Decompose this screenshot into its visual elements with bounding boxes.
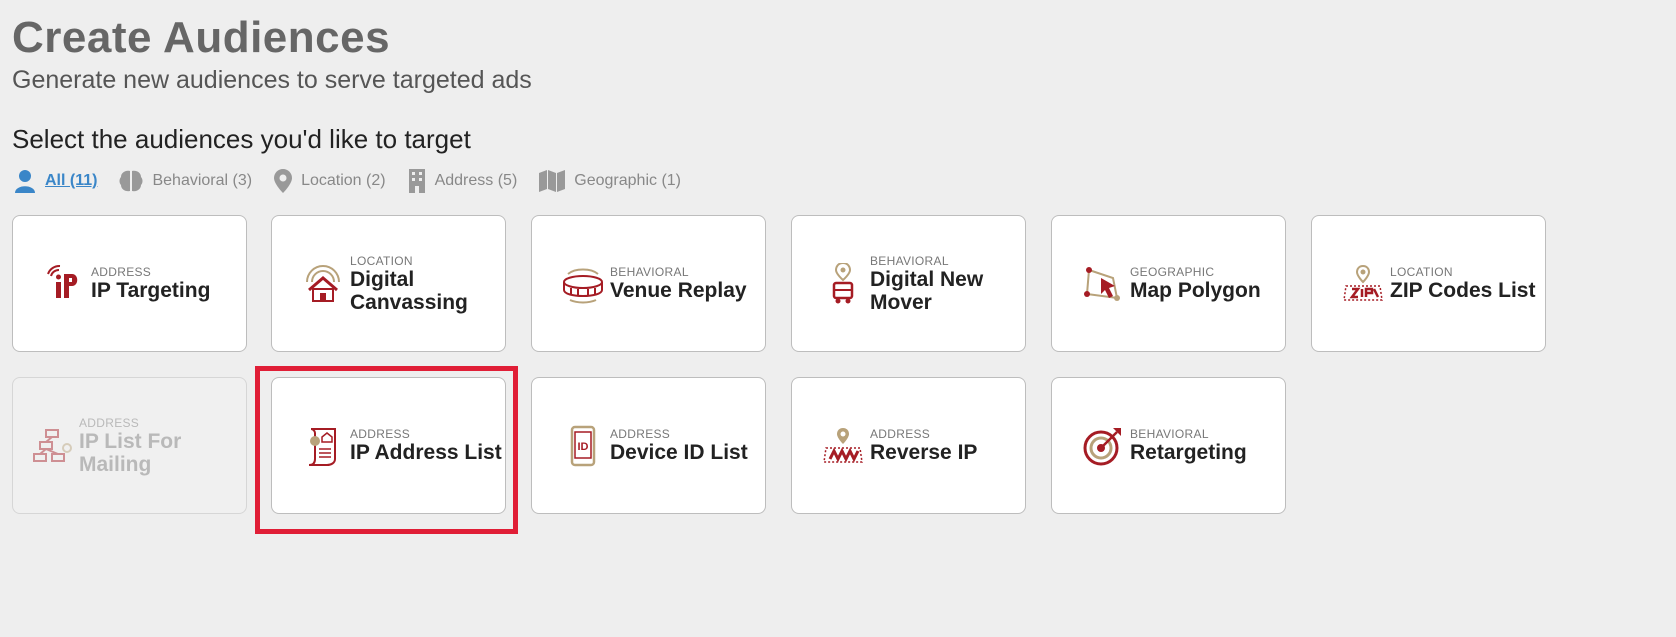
card-category: ADDRESS bbox=[350, 427, 411, 441]
card-category: ADDRESS bbox=[870, 427, 931, 441]
card-title: Digital New Mover bbox=[870, 267, 984, 314]
scroll-list-icon bbox=[302, 425, 344, 467]
ip-targeting-icon bbox=[43, 263, 85, 305]
page-title: Create Audiences bbox=[12, 13, 391, 62]
filter-behavioral[interactable]: Behavioral (3) bbox=[119, 170, 252, 192]
card-category: BEHAVIORAL bbox=[1130, 427, 1209, 441]
filter-all[interactable]: All (11) bbox=[14, 169, 97, 193]
page-subtitle: Generate new audiences to serve targeted… bbox=[12, 66, 532, 94]
folded-map-icon bbox=[539, 170, 566, 192]
card-category: BEHAVIORAL bbox=[610, 265, 689, 279]
audience-card-digital-canvassing[interactable]: LOCATION Digital Canvassing bbox=[271, 215, 506, 352]
card-title: ZIP Codes List bbox=[1390, 279, 1536, 302]
building-icon bbox=[408, 169, 425, 193]
audience-card-digital-new-mover[interactable]: BEHAVIORAL Digital New Mover bbox=[791, 215, 1026, 352]
polygon-pointer-icon bbox=[1082, 263, 1124, 305]
card-category: BEHAVIORAL bbox=[870, 253, 949, 268]
filter-address[interactable]: Address (5) bbox=[408, 169, 518, 193]
card-title: Retargeting bbox=[1130, 441, 1247, 464]
audience-card-venue-replay[interactable]: BEHAVIORAL Venue Replay bbox=[531, 215, 766, 352]
target-arrow-icon bbox=[1082, 425, 1124, 467]
card-title: Digital Canvassing bbox=[350, 267, 468, 314]
audience-card-reverse-ip[interactable]: ADDRESS Reverse IP bbox=[791, 377, 1026, 514]
filter-behavioral-label: Behavioral (3) bbox=[152, 172, 253, 189]
card-category: LOCATION bbox=[1390, 265, 1453, 279]
filter-address-label: Address (5) bbox=[434, 172, 518, 189]
phone-id-icon: ID bbox=[562, 425, 604, 467]
card-title: Device ID List bbox=[610, 441, 748, 464]
card-category: LOCATION bbox=[350, 253, 413, 268]
svg-text:ID: ID bbox=[578, 441, 589, 453]
network-tree-icon bbox=[31, 425, 73, 467]
audience-filter-bar: All (11) Behavioral (3) Location (2) Add… bbox=[14, 166, 703, 196]
stadium-icon bbox=[562, 263, 604, 305]
card-title: Reverse IP bbox=[870, 441, 978, 464]
card-category: GEOGRAPHIC bbox=[1130, 265, 1215, 279]
zip-map-icon bbox=[1342, 263, 1384, 305]
audience-card-ip-list-for-mailing: ADDRESS IP List For Mailing bbox=[12, 377, 247, 514]
filter-geographic-label: Geographic (1) bbox=[574, 172, 681, 189]
moving-truck-icon bbox=[822, 262, 864, 305]
section-title: Select the audiences you'd like to targe… bbox=[12, 124, 471, 154]
audience-card-ip-targeting[interactable]: ADDRESS IP Targeting bbox=[12, 215, 247, 352]
card-category: ADDRESS bbox=[610, 427, 671, 441]
filter-all-label: All (11) bbox=[45, 172, 98, 189]
audience-card-device-id-list[interactable]: ID ADDRESS Device ID List bbox=[531, 377, 766, 514]
map-pin-grid-icon bbox=[822, 425, 864, 467]
house-signal-icon bbox=[302, 263, 344, 305]
filter-geographic[interactable]: Geographic (1) bbox=[539, 170, 681, 192]
filter-location-label: Location (2) bbox=[301, 172, 386, 189]
card-title: Venue Replay bbox=[610, 279, 747, 302]
audience-card-map-polygon[interactable]: GEOGRAPHIC Map Polygon bbox=[1051, 215, 1286, 352]
audience-card-ip-address-list[interactable]: ADDRESS IP Address List bbox=[271, 377, 506, 514]
filter-location[interactable]: Location (2) bbox=[274, 169, 386, 193]
audience-card-retargeting[interactable]: BEHAVIORAL Retargeting bbox=[1051, 377, 1286, 514]
card-title: Map Polygon bbox=[1130, 279, 1261, 302]
card-category: ADDRESS bbox=[91, 265, 152, 279]
map-pin-icon bbox=[274, 169, 293, 193]
brain-icon bbox=[119, 170, 143, 192]
audience-card-zip-codes-list[interactable]: LOCATION ZIP Codes List bbox=[1311, 215, 1546, 352]
card-title: IP Address List bbox=[350, 441, 502, 464]
card-category: ADDRESS bbox=[79, 415, 140, 430]
card-title: IP Targeting bbox=[91, 279, 211, 302]
person-icon bbox=[15, 170, 35, 193]
card-title: IP List For Mailing bbox=[79, 429, 182, 476]
